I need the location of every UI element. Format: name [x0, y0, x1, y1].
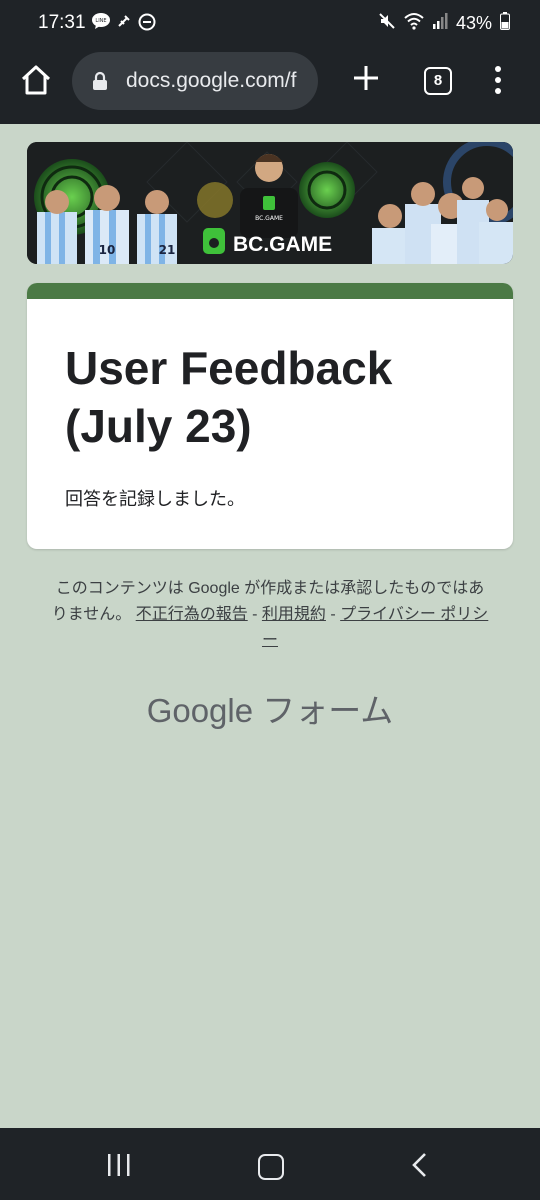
home-nav-icon[interactable] [258, 1154, 284, 1180]
jersey-number-10: 10 [99, 243, 116, 257]
form-title: User Feedback (July 23) [65, 342, 393, 452]
header-banner-image: 10 21 BC.GAME BC.GAME [27, 142, 513, 264]
report-abuse-link[interactable]: 不正行為の報告 [136, 606, 248, 623]
google-wordmark: Google [146, 692, 254, 729]
brand-name: BC.GAME [233, 233, 332, 256]
clock: 17:31 [38, 12, 86, 33]
usb-debug-icon [116, 13, 132, 35]
battery-icon [500, 12, 510, 35]
svg-text:LINE: LINE [95, 18, 106, 24]
jersey-number-21: 21 [159, 243, 176, 257]
wifi-icon [404, 12, 424, 35]
status-bar: 17:31 LINE 43% [0, 0, 540, 46]
confirmation-card: User Feedback (July 23) 回答を記録しました。 [27, 283, 513, 549]
overflow-menu-icon[interactable] [486, 66, 510, 96]
battery-percent: 43% [455, 13, 492, 33]
system-icons: 43% [378, 12, 510, 35]
card-accent-bar [27, 283, 513, 299]
mute-icon [378, 12, 396, 35]
notification-icons: LINE [92, 13, 156, 35]
address-bar[interactable]: docs.google.com/f [72, 52, 318, 110]
home-icon[interactable] [18, 62, 54, 98]
back-icon[interactable] [410, 1152, 430, 1178]
mini-brand-text: BC.GAME [255, 215, 283, 222]
browser-toolbar: docs.google.com/f 8 [0, 46, 540, 124]
separator: - [247, 606, 262, 623]
lock-icon[interactable] [92, 71, 108, 91]
line-app-icon: LINE [92, 13, 110, 35]
forms-wordmark: フォーム [262, 692, 394, 729]
google-forms-logo[interactable]: Google フォーム [0, 684, 540, 732]
footer-disclaimer: このコンテンツは Google が作成または承認したものではありません。 不正行… [50, 576, 490, 654]
signal-icon [432, 12, 448, 35]
terms-link[interactable]: 利用規約 [262, 606, 326, 623]
separator: - [325, 606, 341, 623]
confirmation-message: 回答を記録しました。 [65, 489, 245, 509]
url-text[interactable]: docs.google.com/f [126, 69, 306, 93]
system-navigation-bar [0, 1128, 540, 1200]
new-tab-icon[interactable] [350, 62, 382, 94]
recent-apps-icon[interactable] [106, 1154, 132, 1176]
tab-switcher-button[interactable]: 8 [424, 67, 452, 95]
mini-logo-icon [263, 196, 275, 210]
do-not-disturb-icon [138, 13, 156, 35]
